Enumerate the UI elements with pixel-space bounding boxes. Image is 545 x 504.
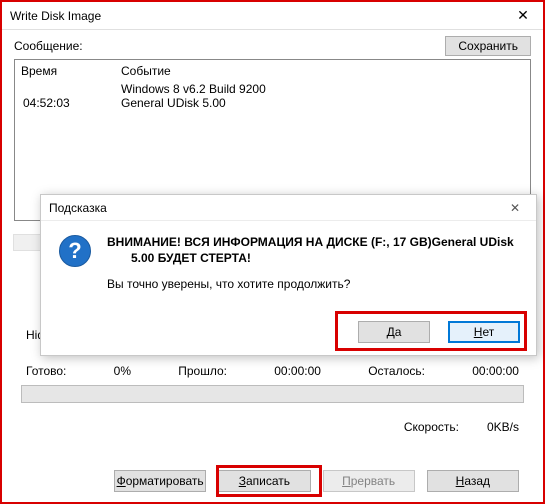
- dialog-title: Подсказка: [49, 201, 107, 215]
- back-button[interactable]: Назад: [427, 470, 519, 492]
- progress-bar: [21, 385, 524, 403]
- dialog-warning-line1b: 5.00 БУДЕТ СТЕРТА!: [107, 251, 518, 265]
- log-row: Windows 8 v6.2 Build 9200: [21, 82, 524, 96]
- window-close-button[interactable]: ✕: [503, 2, 543, 30]
- log-cell-time: [21, 82, 121, 96]
- main-window: Write Disk Image ✕ Сообщение: Сохранить …: [0, 0, 545, 504]
- speed-value: 0KB/s: [487, 420, 519, 434]
- question-icon: ?: [59, 235, 91, 267]
- log-cell-time: 04:52:03: [21, 96, 121, 110]
- titlebar[interactable]: Write Disk Image ✕: [2, 2, 543, 30]
- dialog-warning-line1: ВНИМАНИЕ! ВСЯ ИНФОРМАЦИЯ НА ДИСКЕ (F:, 1…: [107, 235, 518, 249]
- progress-percent: 0%: [114, 364, 131, 378]
- elapsed-label: Прошло:: [178, 364, 227, 378]
- no-button[interactable]: Нет: [448, 321, 520, 343]
- remain-label: Осталось:: [368, 364, 425, 378]
- log-col-event: Событие: [121, 64, 524, 78]
- save-button[interactable]: Сохранить: [445, 36, 531, 56]
- close-icon: ✕: [517, 7, 529, 24]
- dialog-question: Вы точно уверены, что хотите продолжить?: [107, 277, 518, 291]
- dialog-close-button[interactable]: ✕: [500, 201, 530, 215]
- log-cell-event: Windows 8 v6.2 Build 9200: [121, 82, 524, 96]
- confirm-dialog: Подсказка ✕ ? ВНИМАНИЕ! ВСЯ ИНФОРМАЦИЯ Н…: [40, 194, 537, 356]
- abort-button: Прервать: [323, 470, 415, 492]
- dialog-titlebar[interactable]: Подсказка ✕: [41, 195, 536, 221]
- ready-label: Готово:: [26, 364, 66, 378]
- speed-row: Скорость: 0KB/s: [404, 420, 519, 434]
- message-label: Сообщение:: [14, 39, 83, 53]
- progress-row: Готово: 0% Прошло: 00:00:00 Осталось: 00…: [26, 364, 519, 378]
- button-row: Форматировать Записать Прервать Назад: [114, 470, 519, 492]
- elapsed-value: 00:00:00: [274, 364, 321, 378]
- format-button[interactable]: Форматировать: [114, 470, 206, 492]
- remain-value: 00:00:00: [472, 364, 519, 378]
- close-icon: ✕: [510, 201, 520, 215]
- yes-button[interactable]: Да: [358, 321, 430, 343]
- speed-label: Скорость:: [404, 420, 459, 434]
- window-title: Write Disk Image: [10, 9, 101, 23]
- write-button[interactable]: Записать: [218, 470, 310, 492]
- log-col-time: Время: [21, 64, 121, 78]
- log-cell-event: General UDisk 5.00: [121, 96, 524, 110]
- log-row: 04:52:03 General UDisk 5.00: [21, 96, 524, 110]
